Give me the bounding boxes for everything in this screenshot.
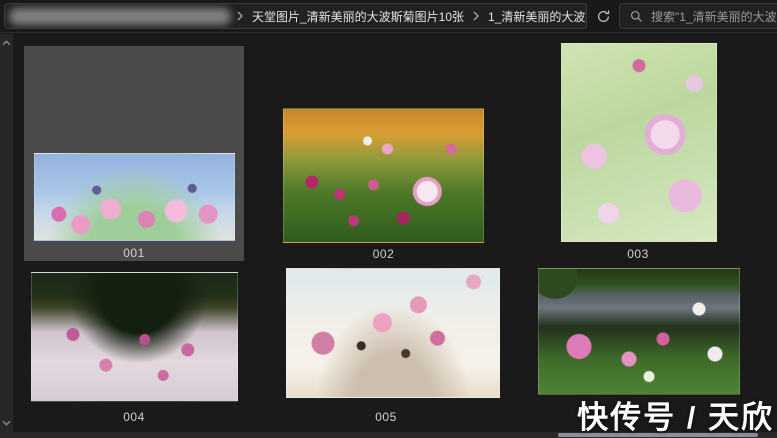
gallery-item-004[interactable]: 004 [24,268,244,430]
chevron-up-icon[interactable] [0,36,13,50]
thumbnail-image-005[interactable] [286,268,500,398]
breadcrumb-folder-1[interactable]: 天堂图片_清新美丽的大波斯菊图片10张 [249,8,467,25]
address-bar[interactable]: 天堂图片_清新美丽的大波斯菊图片10张 1_清新美丽的大波斯菊图片10张 [4,3,587,29]
gallery-item-003[interactable]: 003 [528,46,748,261]
search-placeholder: 搜索"1_清新美丽的大波斯菊 [651,8,777,25]
gallery-item-002[interactable]: 002 [276,46,491,261]
thumbnail-image-001[interactable] [34,153,235,241]
refresh-button[interactable] [590,3,616,29]
file-label-005: 005 [276,410,496,424]
file-label-001: 001 [24,246,244,260]
search-input[interactable]: 搜索"1_清新美丽的大波斯菊 [619,3,777,29]
file-label-003: 003 [528,247,748,261]
breadcrumb-folder-2[interactable]: 1_清新美丽的大波斯菊图片10张 [485,8,587,25]
search-icon [630,10,643,23]
thumbnail-image-004[interactable] [31,272,238,402]
chevron-right-icon [231,11,249,21]
file-label-002: 002 [276,247,491,261]
refresh-icon [596,9,611,24]
thumbnail-image-003[interactable] [561,43,717,242]
toolbar: 天堂图片_清新美丽的大波斯菊图片10张 1_清新美丽的大波斯菊图片10张 搜索"… [0,0,777,33]
left-pane-scrollbar[interactable] [0,34,13,438]
thumbnail-image-002[interactable] [283,108,484,243]
file-label-004: 004 [24,410,244,424]
gallery-item-001-selected[interactable]: 001 [24,46,244,261]
chevron-down-icon[interactable] [0,416,13,430]
gallery-item-005[interactable]: 005 [276,268,496,430]
redacted-path-segment [9,8,231,25]
thumbnail-image-006[interactable] [538,268,740,395]
chevron-right-icon [467,11,485,21]
watermark-text: 快传号 / 天欣 [577,392,774,437]
